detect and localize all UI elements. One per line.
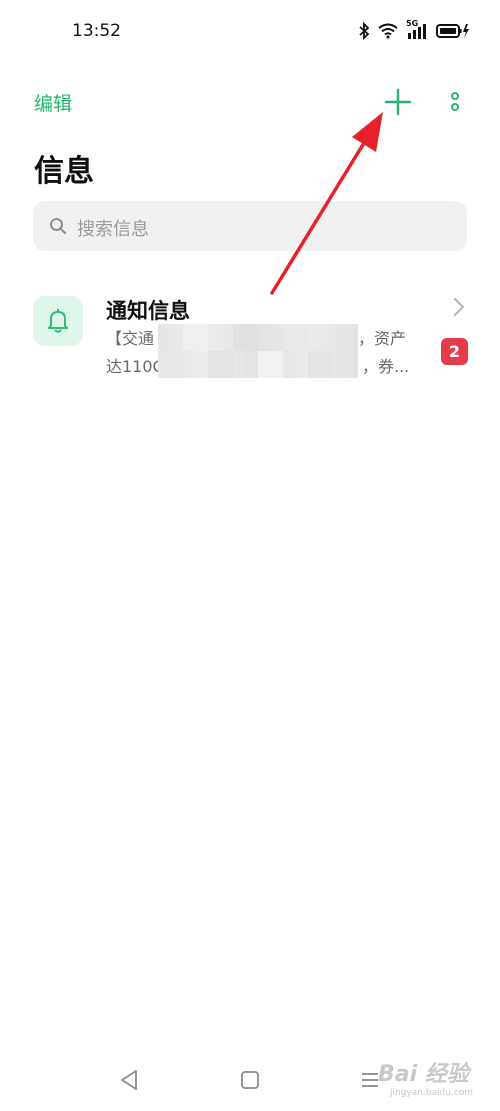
preview-line-2-start: 达110C bbox=[106, 357, 164, 376]
battery-charging-icon bbox=[436, 24, 469, 38]
unread-badge: 2 bbox=[441, 338, 468, 365]
preview-line-1-start: 【交通 bbox=[106, 329, 155, 348]
more-vertical-icon bbox=[451, 92, 459, 111]
conversation-title: 通知信息 bbox=[106, 299, 190, 323]
home-icon[interactable] bbox=[240, 1070, 260, 1090]
watermark-url: jingyan.baidu.com bbox=[390, 1088, 474, 1098]
search-input[interactable]: 搜索信息 bbox=[33, 201, 467, 251]
plus-icon bbox=[384, 88, 412, 116]
conversation-avatar bbox=[33, 296, 83, 346]
privacy-blur-mask bbox=[158, 324, 358, 378]
watermark-logo: Bai 经验 bbox=[378, 1062, 469, 1087]
top-bar: 编辑 bbox=[0, 80, 500, 124]
search-icon bbox=[50, 218, 66, 234]
more-options-button[interactable] bbox=[444, 85, 466, 119]
conversation-item-notifications[interactable]: 通知信息 【交通 权，资产 达110C ，券... 2 bbox=[0, 286, 500, 386]
bluetooth-icon bbox=[359, 22, 370, 40]
wifi-icon bbox=[378, 23, 398, 39]
chevron-right-icon bbox=[454, 298, 464, 316]
preview-line-2-end: ，券... bbox=[362, 357, 410, 376]
bell-icon bbox=[48, 308, 68, 333]
edit-button[interactable]: 编辑 bbox=[34, 89, 72, 116]
menu-icon[interactable] bbox=[360, 1070, 380, 1090]
back-icon[interactable] bbox=[118, 1068, 140, 1092]
status-icons: 5G bbox=[358, 19, 470, 40]
status-time: 13:52 bbox=[72, 21, 121, 41]
search-placeholder: 搜索信息 bbox=[77, 219, 149, 240]
new-message-button[interactable] bbox=[381, 85, 415, 119]
signal-icon: 5G bbox=[406, 19, 428, 40]
page-title: 信息 bbox=[34, 154, 94, 189]
system-navigation-bar: Bai 经验 jingyan.baidu.com bbox=[0, 1052, 500, 1111]
status-bar: 13:52 5G bbox=[0, 0, 500, 64]
